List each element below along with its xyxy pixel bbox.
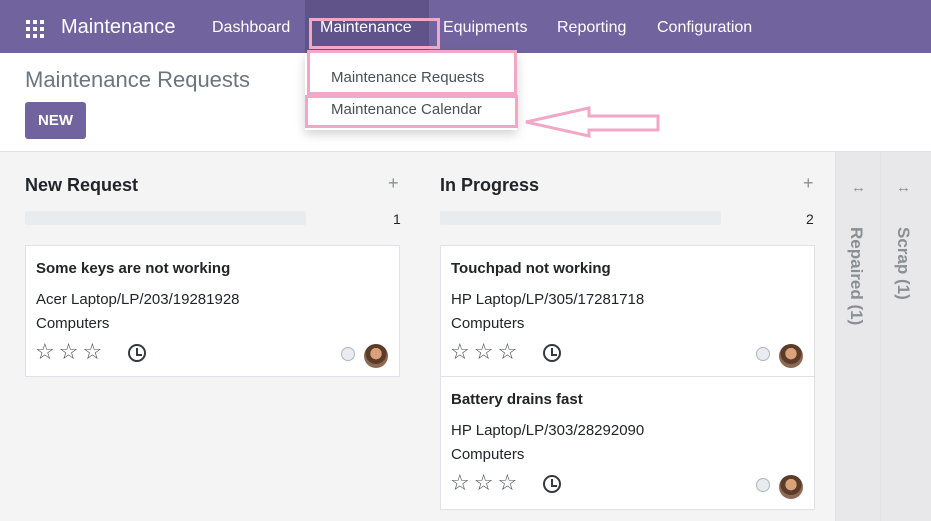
column-count: 1: [393, 211, 401, 227]
column-title: In Progress: [440, 175, 540, 195]
kanban-column-in-progress: In Progress + 2 Touchpad not working HP …: [440, 152, 838, 521]
add-card-icon[interactable]: +: [803, 173, 814, 194]
star-icon[interactable]: ☆: [450, 472, 470, 494]
kanban-board: New Request + 1 Some keys are not workin…: [0, 152, 931, 521]
activity-clock-icon[interactable]: [543, 344, 561, 362]
star-icon[interactable]: ☆: [59, 341, 79, 363]
priority-stars: ☆ ☆ ☆: [450, 341, 517, 363]
folded-column-label: Repaired (1): [847, 227, 866, 326]
kanban-state-dot[interactable]: [756, 478, 770, 492]
unfold-icon[interactable]: ↔: [836, 179, 881, 196]
nav-equipments[interactable]: Equipments: [443, 19, 528, 37]
card-title: Some keys are not working: [36, 260, 231, 277]
avatar[interactable]: [779, 344, 803, 368]
card-equipment: Acer Laptop/LP/203/19281928: [36, 291, 240, 308]
kanban-card[interactable]: Touchpad not working HP Laptop/LP/305/17…: [440, 245, 815, 377]
star-icon[interactable]: ☆: [474, 341, 494, 363]
maintenance-dropdown-menu: Maintenance Requests Maintenance Calenda…: [305, 53, 517, 130]
new-button[interactable]: NEW: [25, 102, 86, 139]
apps-grid-icon[interactable]: [26, 20, 44, 38]
card-title: Touchpad not working: [451, 260, 611, 277]
star-icon[interactable]: ☆: [35, 341, 55, 363]
column-count: 2: [806, 211, 814, 227]
priority-stars: ☆ ☆ ☆: [35, 341, 102, 363]
card-title: Battery drains fast: [451, 391, 583, 408]
page-title: Maintenance Requests: [25, 67, 251, 92]
activity-clock-icon[interactable]: [128, 344, 146, 362]
kanban-state-dot[interactable]: [341, 347, 355, 361]
card-equipment: HP Laptop/LP/305/17281718: [451, 291, 645, 308]
star-icon[interactable]: ☆: [450, 341, 470, 363]
star-icon[interactable]: ☆: [497, 472, 517, 494]
kanban-column-new-request: New Request + 1 Some keys are not workin…: [25, 152, 423, 521]
column-progress-bar[interactable]: [440, 211, 721, 225]
column-title: New Request: [25, 175, 139, 195]
add-card-icon[interactable]: +: [388, 173, 399, 194]
avatar[interactable]: [779, 475, 803, 499]
priority-stars: ☆ ☆ ☆: [450, 472, 517, 494]
star-icon[interactable]: ☆: [82, 341, 102, 363]
column-progress-bar[interactable]: [25, 211, 306, 225]
kanban-state-dot[interactable]: [756, 347, 770, 361]
menu-item-maintenance-requests[interactable]: Maintenance Requests: [331, 69, 484, 86]
card-equipment: HP Laptop/LP/303/28292090: [451, 422, 645, 439]
folded-column-label: Scrap (1): [894, 227, 913, 300]
star-icon[interactable]: ☆: [497, 341, 517, 363]
kanban-card[interactable]: Battery drains fast HP Laptop/LP/303/282…: [440, 376, 815, 510]
nav-configuration[interactable]: Configuration: [657, 19, 752, 37]
nav-reporting[interactable]: Reporting: [557, 19, 626, 37]
menu-item-maintenance-calendar[interactable]: Maintenance Calendar: [331, 101, 482, 118]
top-navbar: Maintenance Dashboard Maintenance Equipm…: [0, 0, 931, 53]
star-icon[interactable]: ☆: [474, 472, 494, 494]
kanban-card[interactable]: Some keys are not working Acer Laptop/LP…: [25, 245, 400, 377]
unfold-icon[interactable]: ↔: [881, 179, 926, 196]
card-category: Computers: [36, 315, 110, 332]
activity-clock-icon[interactable]: [543, 475, 561, 493]
card-category: Computers: [451, 446, 525, 463]
nav-maintenance[interactable]: Maintenance: [320, 19, 412, 37]
card-category: Computers: [451, 315, 525, 332]
folded-column-scrap[interactable]: ↔ Scrap (1): [880, 152, 931, 521]
folded-column-repaired[interactable]: ↔ Repaired (1): [835, 152, 880, 521]
avatar[interactable]: [364, 344, 388, 368]
nav-dashboard[interactable]: Dashboard: [212, 19, 290, 37]
app-brand[interactable]: Maintenance: [61, 16, 176, 39]
